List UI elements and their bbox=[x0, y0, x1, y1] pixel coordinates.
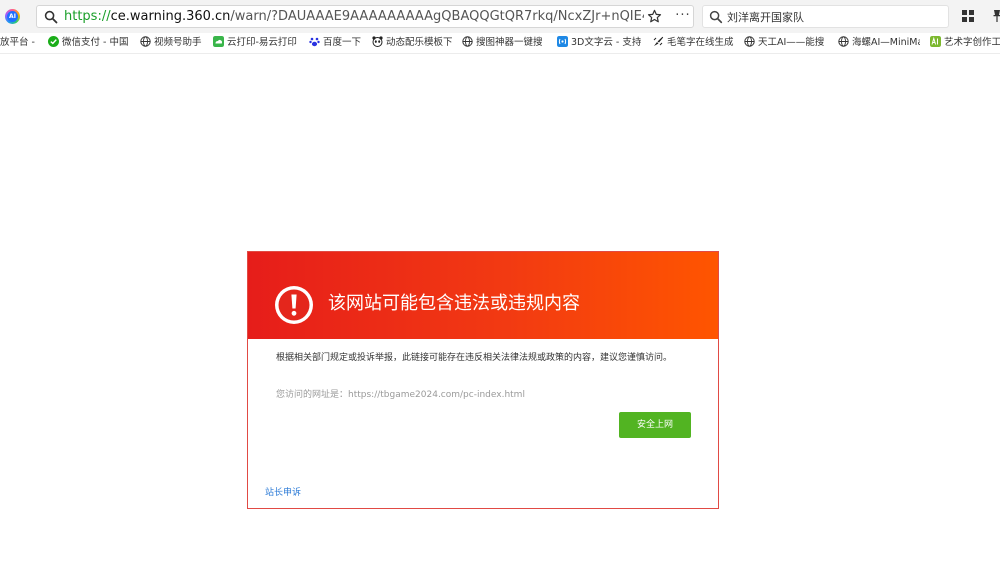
bookmark-item[interactable]: 百度一下 bbox=[309, 33, 365, 53]
globe-icon bbox=[744, 36, 755, 47]
bookmark-item[interactable]: 视频号助手 bbox=[140, 33, 206, 53]
bookmark-item[interactable]: 微信支付 - 中国 bbox=[48, 33, 132, 53]
panda-icon bbox=[372, 36, 383, 47]
bookmark-item[interactable]: 艺术字创作工 bbox=[930, 33, 1000, 53]
webmaster-appeal-link[interactable]: 站长申诉 bbox=[265, 487, 301, 499]
bookmark-label: 动态配乐模板下 bbox=[386, 37, 453, 48]
bookmark-label: 放平台 - bbox=[0, 37, 35, 48]
ai-art-icon bbox=[930, 36, 941, 47]
warning-card: 该网站可能包含违法或违规内容 根据相关部门规定或投诉举报，此链接可能存在违反相关… bbox=[247, 251, 719, 509]
bookmark-label: 艺术字创作工 bbox=[944, 37, 1000, 48]
bookmark-label: 视频号助手 bbox=[154, 37, 202, 48]
warning-title: 该网站可能包含违法或违规内容 bbox=[328, 293, 580, 314]
more-options-icon[interactable]: ··· bbox=[673, 6, 693, 27]
bookmarks-bar: 放平台 - 微信支付 - 中国 视频号助手 云打印-易云打印 百度一下 动态配乐… bbox=[0, 33, 1000, 54]
bookmark-label: 云打印-易云打印 bbox=[227, 37, 297, 48]
bookmark-label: 搜图神器一键搜 bbox=[476, 37, 543, 48]
bookmark-item[interactable]: 搜图神器一键搜 bbox=[462, 33, 548, 53]
pin-icon[interactable] bbox=[993, 9, 1000, 23]
url-path: /warn/?DAUAAAE9AAAAAAAAAgQBAQQGtQR7rkq/N… bbox=[230, 9, 644, 24]
search-box[interactable] bbox=[702, 5, 949, 28]
bookmark-item[interactable]: 3D文字云 - 支持 bbox=[557, 33, 643, 53]
brush-icon bbox=[653, 36, 664, 46]
bookmark-label: 海螺AI—MiniMax bbox=[852, 37, 920, 48]
baidu-paw-icon bbox=[309, 37, 320, 47]
bookmark-item[interactable]: 毛笔字在线生成 bbox=[653, 33, 735, 53]
bookmark-item[interactable]: 放平台 - bbox=[0, 33, 40, 53]
warning-description: 根据相关部门规定或投诉举报，此链接可能存在违反相关法律法规或政策的内容，建议您谨… bbox=[276, 353, 673, 363]
bookmark-star-icon[interactable] bbox=[647, 9, 662, 24]
search-input[interactable] bbox=[727, 7, 942, 26]
safe-browsing-button[interactable]: 安全上网 bbox=[619, 412, 691, 438]
bookmark-item[interactable]: 天工AI——能搜 bbox=[744, 33, 829, 53]
url-protocol: https:// bbox=[64, 9, 111, 24]
bookmark-label: 微信支付 - 中国 bbox=[62, 37, 129, 48]
cloud-print-icon bbox=[213, 36, 224, 47]
search-icon bbox=[709, 10, 723, 24]
visited-url-text: 您访问的网址是：https://tbgame2024.com/pc-index.… bbox=[276, 390, 525, 400]
bookmark-item[interactable]: 云打印-易云打印 bbox=[213, 33, 299, 53]
wechat-pay-icon bbox=[48, 36, 59, 47]
bookmark-label: 百度一下 bbox=[323, 37, 362, 48]
bookmark-item[interactable]: 动态配乐模板下 bbox=[372, 33, 454, 53]
warning-header: 该网站可能包含违法或违规内容 bbox=[248, 252, 718, 339]
browser-toolbar: AI https://ce.warning.360.cn/warn/?DAUAA… bbox=[0, 0, 1000, 34]
globe-icon bbox=[140, 36, 151, 47]
globe-icon bbox=[462, 36, 473, 47]
bookmark-label: 毛笔字在线生成 bbox=[667, 37, 734, 48]
bookmark-label: 3D文字云 - 支持 bbox=[571, 37, 642, 48]
bookmark-item[interactable]: 海螺AI—MiniMax bbox=[838, 33, 920, 53]
url-text[interactable]: https://ce.warning.360.cn/warn/?DAUAAAE9… bbox=[64, 6, 644, 27]
browser-logo-icon[interactable]: AI bbox=[5, 9, 20, 24]
bookmark-label: 天工AI——能搜 bbox=[758, 37, 825, 48]
globe-icon bbox=[838, 36, 849, 47]
exclamation-alert-icon bbox=[275, 286, 313, 324]
address-bar[interactable]: https://ce.warning.360.cn/warn/?DAUAAAE9… bbox=[36, 5, 694, 28]
search-icon bbox=[44, 10, 58, 24]
url-host: ce.warning.360.cn bbox=[110, 9, 231, 24]
wifi-word-icon bbox=[557, 36, 568, 47]
apps-grid-icon[interactable] bbox=[962, 10, 974, 22]
